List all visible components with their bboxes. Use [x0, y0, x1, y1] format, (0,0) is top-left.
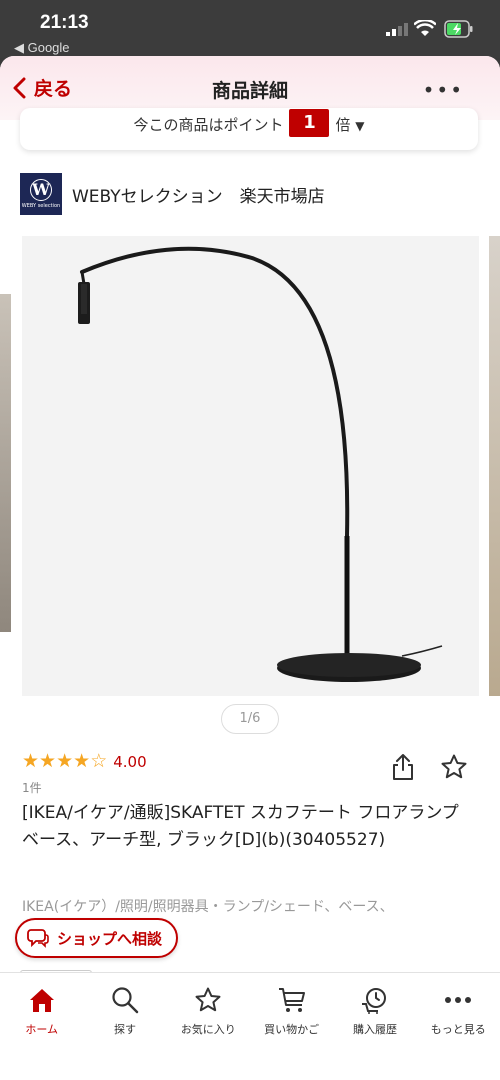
- tab-cart[interactable]: 買い物かご: [250, 973, 333, 1080]
- shop-logo-sub: WEBY selection: [21, 203, 61, 209]
- floor-lamp-image: [78, 246, 443, 682]
- chat-icon: [27, 929, 49, 948]
- status-bar: 21:13 ◀ Google: [0, 0, 500, 58]
- previous-image-peek[interactable]: [0, 294, 11, 632]
- points-prefix: 今この商品はポイント: [133, 116, 284, 134]
- tab-label: もっと見る: [430, 1023, 486, 1036]
- consult-label: ショップへ相談: [57, 929, 163, 948]
- more-menu-button[interactable]: •••: [423, 78, 464, 102]
- star-icon: [195, 987, 221, 1012]
- star-empty-icon: ☆: [90, 750, 108, 772]
- product-title: [IKEA/イケア/通販]SKAFTET スカフテート フロアランプベース、アー…: [22, 803, 459, 850]
- star-outline-icon: [441, 754, 467, 779]
- tab-home[interactable]: ホーム: [0, 973, 83, 1080]
- more-icon: [445, 997, 472, 1003]
- next-image-peek[interactable]: [489, 236, 500, 696]
- image-gallery[interactable]: [0, 236, 500, 696]
- product-image[interactable]: [22, 236, 479, 696]
- shop-logo: W WEBY selection: [20, 173, 62, 215]
- tab-label: ホーム: [25, 1023, 58, 1036]
- cart-icon: [278, 988, 305, 1012]
- image-pager-indicator: 1/6: [221, 704, 279, 734]
- rating[interactable]: ★ ★ ★ ★ ☆ 4.00: [22, 752, 147, 771]
- points-multiplier: 1: [289, 108, 330, 137]
- tab-more[interactable]: もっと見る: [417, 973, 500, 1080]
- bottom-tab-bar: ホーム 探す お気に入り 買い物かご 購入履歴 もっと見る: [0, 972, 500, 1080]
- status-time: 21:13: [40, 12, 89, 33]
- star-filled-icon: ★: [56, 750, 74, 772]
- points-suffix: 倍: [335, 116, 351, 134]
- history-icon: [361, 988, 386, 1014]
- signal-icon: [386, 23, 408, 36]
- product-detail-sheet: 戻る 商品詳細 ••• 今この商品はポイント 1 倍 ▼ W WEBY select…: [0, 56, 500, 1080]
- star-filled-icon: ★: [39, 750, 57, 772]
- search-icon: [112, 987, 139, 1014]
- tab-purchase-history[interactable]: 購入履歴: [333, 973, 416, 1080]
- star-filled-icon: ★: [73, 750, 91, 772]
- back-to-app-link[interactable]: ◀ Google: [14, 40, 70, 56]
- share-icon: [393, 754, 413, 780]
- shop-consult-button[interactable]: ショップへ相談: [15, 918, 179, 958]
- review-count[interactable]: 1件: [22, 779, 42, 796]
- tab-label: 探す: [113, 1023, 136, 1036]
- battery-icon: [444, 20, 473, 38]
- home-icon: [29, 989, 54, 1012]
- share-button[interactable]: [391, 753, 415, 785]
- favorite-button[interactable]: [440, 753, 468, 785]
- tab-favorites[interactable]: お気に入り: [167, 973, 250, 1080]
- tab-label: 買い物かご: [264, 1023, 320, 1036]
- caret-down-icon: ▼: [355, 119, 365, 133]
- shop-name: WEBYセレクション 楽天市場店: [72, 186, 325, 207]
- tab-label: 購入履歴: [352, 1023, 397, 1036]
- shop-logo-letter: W: [30, 179, 52, 201]
- tab-search[interactable]: 探す: [83, 973, 166, 1080]
- wifi-icon: [414, 20, 436, 36]
- tab-label: お気に入り: [180, 1023, 236, 1036]
- category-breadcrumb[interactable]: IKEA(イケア）/照明/照明器具・ランプ/シェード、ベース、: [22, 896, 482, 916]
- rating-score: 4.00: [113, 752, 147, 771]
- star-filled-icon: ★: [22, 750, 40, 772]
- point-multiplier-selector[interactable]: 今この商品はポイント 1 倍 ▼: [20, 108, 478, 150]
- shop-link[interactable]: W WEBY selection WEBYセレクション 楽天市場店: [20, 173, 325, 215]
